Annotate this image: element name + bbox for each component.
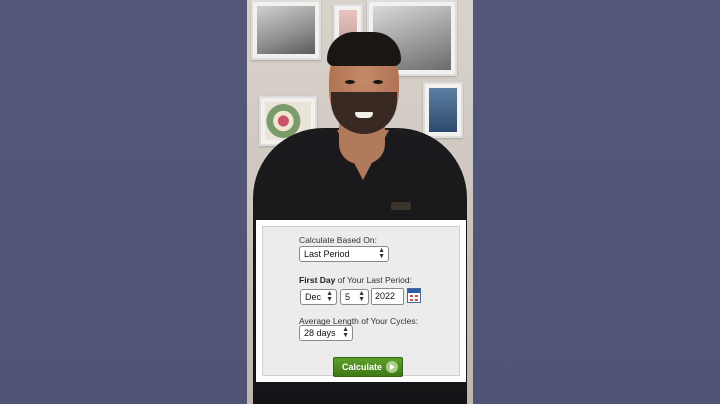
cycle-length-select[interactable]: 28 days ▲ ▼ <box>299 325 353 341</box>
day-select[interactable]: 5 ▲ ▼ <box>340 289 369 305</box>
name-badge <box>391 202 411 210</box>
calculator-form: Calculate Based On: Last Period ▲ ▼ First… <box>262 226 460 377</box>
right-background <box>473 0 720 404</box>
updown-arrows-icon: ▲ ▼ <box>378 247 385 260</box>
based-on-value: Last Period <box>304 249 350 259</box>
calculate-label: Calculate <box>342 362 383 372</box>
left-background <box>0 0 247 404</box>
based-on-select[interactable]: Last Period ▲ ▼ <box>299 246 389 262</box>
arrow-right-circle-icon <box>386 361 398 373</box>
cycle-length-value: 28 days <box>304 328 336 338</box>
first-day-bold: First Day <box>299 275 336 285</box>
based-on-label: Calculate Based On: <box>299 235 377 245</box>
updown-arrows-icon: ▲ ▼ <box>342 326 349 339</box>
due-date-calculator-panel: Calculate Based On: Last Period ▲ ▼ First… <box>256 220 466 382</box>
month-select[interactable]: Dec ▲ ▼ <box>300 289 337 305</box>
updown-arrows-icon: ▲ ▼ <box>326 290 333 303</box>
year-input[interactable]: 2022 <box>371 288 404 305</box>
year-value: 2022 <box>375 291 396 301</box>
calculate-button[interactable]: Calculate <box>333 357 403 377</box>
calendar-icon[interactable] <box>407 288 421 303</box>
updown-arrows-icon: ▲ ▼ <box>358 290 365 303</box>
day-value: 5 <box>345 292 351 302</box>
month-value: Dec <box>305 292 322 302</box>
first-day-rest: of Your Last Period: <box>335 275 412 285</box>
first-day-label: First Day of Your Last Period: <box>299 275 412 285</box>
